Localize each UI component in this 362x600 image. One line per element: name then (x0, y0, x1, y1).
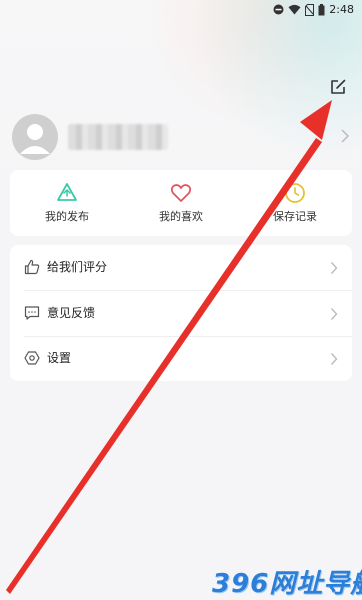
username-blurred (68, 124, 168, 150)
feedback-icon (24, 305, 40, 321)
watermark-logo: 396网址导航 (212, 569, 362, 599)
chevron-right-icon (330, 306, 338, 320)
menu-item-label: 设置 (47, 351, 72, 365)
no-sim-icon (305, 3, 315, 16)
shortcut-label: 保存记录 (273, 210, 317, 223)
edit-icon[interactable] (329, 78, 347, 96)
shortcut-label: 我的喜欢 (159, 210, 203, 223)
menu-item-feedback[interactable]: 意见反馈 (10, 291, 352, 336)
shortcuts-card: 我的发布 我的喜欢 保存记录 (10, 170, 352, 236)
heart-icon (170, 182, 192, 204)
menu-item-label: 意见反馈 (47, 306, 96, 320)
thumbs-up-icon (24, 259, 40, 275)
do-not-disturb-icon (273, 4, 284, 15)
shortcut-my-likes[interactable]: 我的喜欢 (124, 170, 238, 236)
profile-row[interactable] (12, 114, 350, 162)
menu-card: 给我们评分 意见反馈 设置 (10, 245, 352, 381)
clock-icon (284, 182, 306, 204)
chevron-right-icon (330, 260, 338, 274)
chevron-right-icon[interactable] (340, 128, 350, 144)
status-time: 2:48 (329, 3, 354, 16)
menu-item-settings[interactable]: 设置 (10, 336, 352, 381)
menu-item-label: 给我们评分 (47, 260, 108, 274)
status-bar: 2:48 (0, 0, 362, 20)
menu-item-rate-us[interactable]: 给我们评分 (10, 245, 352, 290)
publish-icon (56, 182, 78, 204)
shortcut-label: 我的发布 (45, 210, 89, 223)
settings-icon (24, 350, 40, 366)
chevron-right-icon (330, 351, 338, 365)
shortcut-my-publish[interactable]: 我的发布 (10, 170, 124, 236)
status-icons: 2:48 (273, 3, 354, 16)
wifi-icon (288, 4, 301, 15)
shortcut-save-history[interactable]: 保存记录 (238, 170, 352, 236)
battery-icon (318, 3, 325, 16)
default-avatar-icon[interactable] (12, 114, 58, 160)
